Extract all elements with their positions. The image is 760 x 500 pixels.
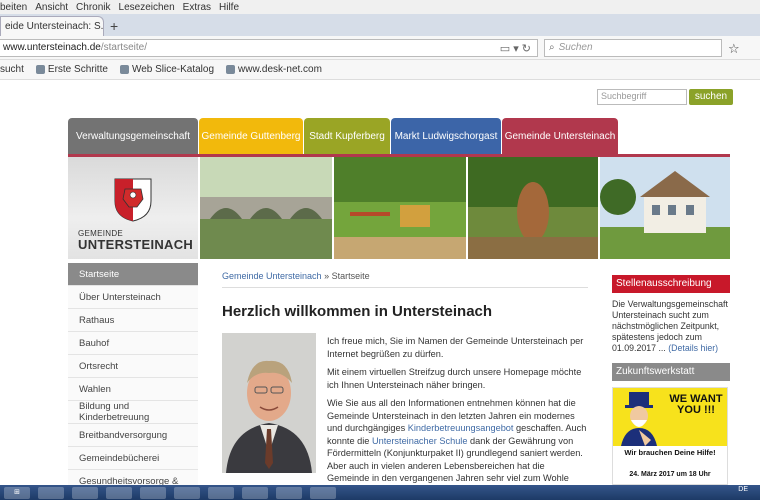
details-link[interactable]: (Details hier) bbox=[668, 343, 718, 353]
logo-panel[interactable]: GEMEINDE UNTERSTEINACH bbox=[68, 157, 198, 259]
future-workshop-poster[interactable]: WE WANT YOU !!! Wir brauchen Deine Hilfe… bbox=[612, 387, 728, 485]
main-nav: Verwaltungsgemeinschaft Gemeinde Guttenb… bbox=[68, 118, 619, 154]
job-posting-text: Die Verwaltungsgemeinschaft Untersteinac… bbox=[612, 299, 728, 353]
url-host: www.untersteinach.de bbox=[3, 42, 101, 53]
breadcrumb-separator: » bbox=[324, 271, 330, 281]
start-button[interactable]: ⊞ bbox=[4, 487, 30, 499]
sidebar-item-buecherei[interactable]: Gemeindebücherei bbox=[68, 447, 198, 470]
bookmark-item[interactable]: www.desk-net.com bbox=[226, 64, 322, 75]
menu-item-view[interactable]: Ansicht bbox=[35, 2, 68, 13]
tab-title: eide Untersteinach: S... bbox=[5, 21, 104, 32]
new-tab-icon[interactable]: + bbox=[110, 18, 118, 34]
sidebar-item-bildung[interactable]: Bildung und Kinderbetreuung bbox=[68, 401, 198, 424]
link-schule[interactable]: Untersteinacher Schule bbox=[372, 436, 468, 446]
nav-kupferberg[interactable]: Stadt Kupferberg bbox=[304, 118, 390, 154]
sidebar-item-breitband[interactable]: Breitbandversorgung bbox=[68, 424, 198, 447]
sidebar-item-wahlen[interactable]: Wahlen bbox=[68, 378, 198, 401]
sidebar-menu: Startseite Über Untersteinach Rathaus Ba… bbox=[68, 263, 198, 493]
paragraph: Wie Sie aus all den Informationen entneh… bbox=[327, 398, 587, 496]
taskbar-app[interactable] bbox=[276, 487, 302, 499]
coat-of-arms-icon bbox=[114, 178, 152, 222]
bookmark-star-icon[interactable]: ☆ bbox=[728, 41, 740, 57]
link-kinderbetreuung[interactable]: Kinderbetreuungsangebot bbox=[408, 423, 514, 433]
bookmark-item[interactable]: Erste Schritte bbox=[35, 64, 108, 75]
bookmarks-bar: sucht Erste Schritte Web Slice-Katalog w… bbox=[0, 60, 760, 80]
future-workshop-header[interactable]: Zukunftswerkstatt bbox=[612, 363, 730, 381]
breadcrumb-link[interactable]: Gemeinde Untersteinach bbox=[222, 271, 322, 281]
welcome-text: Ich freue mich, Sie im Namen der Gemeind… bbox=[327, 335, 589, 500]
menu-item-tools[interactable]: Extras bbox=[183, 2, 211, 13]
url-path: /startseite/ bbox=[100, 42, 147, 53]
reader-view-icon[interactable]: ▭ bbox=[500, 43, 510, 55]
taskbar-app[interactable] bbox=[174, 487, 200, 499]
browser-search-input[interactable]: ⌕ Suchen bbox=[544, 39, 722, 57]
url-bar[interactable]: www.untersteinach.de/startseite/ ▭ ▾ ↻ bbox=[0, 39, 538, 57]
mayor-portrait bbox=[222, 333, 316, 473]
menu-item-help[interactable]: Hilfe bbox=[219, 2, 239, 13]
browser-tab[interactable]: eide Untersteinach: S... ✕ bbox=[0, 16, 104, 36]
web-page: Suchbegriff suchen Verwaltungsgemeinscha… bbox=[0, 80, 760, 496]
bookmark-icon bbox=[35, 65, 45, 74]
poster-slogan: WE WANT YOU !!! bbox=[669, 393, 723, 416]
site-search-input[interactable]: Suchbegriff bbox=[597, 89, 687, 105]
job-posting-header[interactable]: Stellenausschreibung bbox=[612, 275, 730, 293]
paragraph: Ich freue mich, Sie im Namen der Gemeind… bbox=[327, 336, 584, 359]
banner-image bbox=[200, 157, 730, 259]
bookmark-icon bbox=[226, 65, 236, 74]
taskbar-app[interactable] bbox=[140, 487, 166, 499]
nav-verwaltungsgemeinschaft[interactable]: Verwaltungsgemeinschaft bbox=[68, 118, 198, 154]
site-search-button[interactable]: suchen bbox=[689, 89, 733, 105]
nav-untersteinach[interactable]: Gemeinde Untersteinach bbox=[502, 118, 618, 154]
menu-item-history[interactable]: Chronik bbox=[76, 2, 110, 13]
language-indicator[interactable]: DE bbox=[738, 486, 748, 493]
taskbar-app[interactable] bbox=[106, 487, 132, 499]
sidebar-item-ueber[interactable]: Über Untersteinach bbox=[68, 286, 198, 309]
breadcrumb-current: Startseite bbox=[331, 271, 370, 281]
navigation-toolbar: www.untersteinach.de/startseite/ ▭ ▾ ↻ ⌕… bbox=[0, 36, 760, 60]
bookmark-item[interactable]: sucht bbox=[0, 64, 24, 75]
taskbar-app[interactable] bbox=[242, 487, 268, 499]
os-taskbar: ⊞ DE bbox=[0, 485, 760, 500]
nav-ludwigschorgast[interactable]: Markt Ludwigschorgast bbox=[391, 118, 501, 154]
taskbar-app[interactable] bbox=[310, 487, 336, 499]
search-icon: ⌕ bbox=[549, 42, 555, 53]
menu-item-bookmarks[interactable]: Lesezeichen bbox=[119, 2, 175, 13]
paragraph: Mit einem virtuellen Streifzug durch uns… bbox=[327, 367, 582, 390]
sidebar-item-rathaus[interactable]: Rathaus bbox=[68, 309, 198, 332]
uncle-sam-icon bbox=[621, 392, 657, 446]
breadcrumb: Gemeinde Untersteinach » Startseite bbox=[222, 271, 370, 281]
page-title: Herzlich willkommen in Untersteinach bbox=[222, 303, 493, 320]
dropdown-arrow-icon[interactable]: ▾ bbox=[513, 43, 519, 55]
nav-guttenberg[interactable]: Gemeinde Guttenberg bbox=[199, 118, 303, 154]
poster-help-text: Wir brauchen Deine Hilfe! bbox=[624, 448, 716, 457]
logo-label-untersteinach: UNTERSTEINACH bbox=[78, 237, 194, 252]
web-slice-icon bbox=[119, 65, 129, 74]
sidebar-item-bauhof[interactable]: Bauhof bbox=[68, 332, 198, 355]
breadcrumb-divider bbox=[222, 287, 588, 288]
taskbar-app[interactable] bbox=[72, 487, 98, 499]
reload-icon[interactable]: ↻ bbox=[522, 43, 531, 55]
menu-item-edit[interactable]: beiten bbox=[0, 2, 27, 13]
taskbar-app[interactable] bbox=[38, 487, 64, 499]
sidebar-item-ortsrecht[interactable]: Ortsrecht bbox=[68, 355, 198, 378]
header-banner bbox=[200, 157, 730, 259]
bookmark-item[interactable]: Web Slice-Katalog bbox=[119, 64, 214, 75]
poster-date: 24. März 2017 um 18 Uhr bbox=[629, 471, 711, 478]
taskbar-app[interactable] bbox=[208, 487, 234, 499]
sidebar-item-startseite[interactable]: Startseite bbox=[68, 263, 198, 286]
menu-bar: beiten Ansicht Chronik Lesezeichen Extra… bbox=[0, 0, 760, 14]
tab-bar: eide Untersteinach: S... ✕ + bbox=[0, 14, 760, 36]
portrait-image bbox=[222, 333, 316, 473]
